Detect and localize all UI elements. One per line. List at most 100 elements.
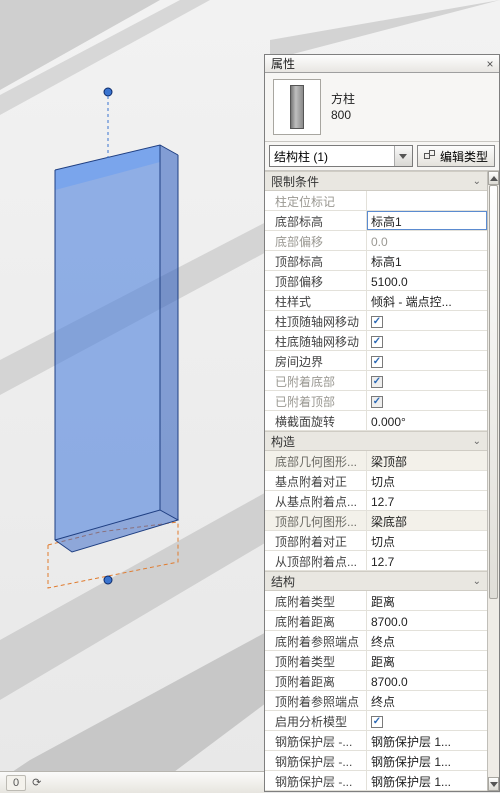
property-row[interactable]: 启用分析模型 <box>265 711 487 731</box>
group-header-constraints[interactable]: 限制条件⌄ <box>265 171 487 191</box>
property-value[interactable]: 切点 <box>367 531 487 550</box>
palette-titlebar[interactable]: 属性 × <box>265 55 499 73</box>
property-value[interactable]: 梁底部 <box>367 511 487 530</box>
instance-filter-combo[interactable]: 结构柱 (1) <box>269 145 413 167</box>
property-value[interactable]: 距离 <box>367 591 487 610</box>
status-seg[interactable]: 0 <box>6 775 26 791</box>
property-value[interactable]: 倾斜 - 端点控... <box>367 291 487 310</box>
property-row[interactable]: 底部标高标高1 <box>265 211 487 231</box>
property-row[interactable]: 顶部标高标高1 <box>265 251 487 271</box>
property-row[interactable]: 柱顶随轴网移动 <box>265 311 487 331</box>
property-value[interactable] <box>367 331 487 350</box>
property-row[interactable]: 顶部附着对正切点 <box>265 531 487 551</box>
property-row[interactable]: 钢筋保护层 -...钢筋保护层 1... <box>265 751 487 771</box>
property-row[interactable]: 柱底随轴网移动 <box>265 331 487 351</box>
scroll-down-icon[interactable] <box>488 777 499 791</box>
property-row[interactable]: 柱定位标记 <box>265 191 487 211</box>
property-row[interactable]: 横截面旋转0.000° <box>265 411 487 431</box>
property-value[interactable]: 梁顶部 <box>367 451 487 470</box>
property-name: 启用分析模型 <box>265 711 367 730</box>
property-value[interactable]: 12.7 <box>367 491 487 510</box>
property-name: 柱定位标记 <box>265 191 367 210</box>
property-row[interactable]: 从顶部附着点...12.7 <box>265 551 487 571</box>
property-row[interactable]: 底部偏移0.0 <box>265 231 487 251</box>
checkbox <box>371 396 383 408</box>
property-row[interactable]: 底附着距离8700.0 <box>265 611 487 631</box>
property-row[interactable]: 顶部几何图形...梁底部 <box>265 511 487 531</box>
property-value[interactable]: 距离 <box>367 651 487 670</box>
checkbox[interactable] <box>371 336 383 348</box>
property-name: 顶附着距离 <box>265 671 367 690</box>
scrollbar[interactable] <box>487 171 499 791</box>
group-header-structural[interactable]: 结构⌄ <box>265 571 487 591</box>
property-row[interactable]: 顶附着类型距离 <box>265 651 487 671</box>
property-name: 顶附着类型 <box>265 651 367 670</box>
property-row[interactable]: 底部几何图形...梁顶部 <box>265 451 487 471</box>
property-value[interactable]: 8700.0 <box>367 611 487 630</box>
instance-filter-label: 结构柱 (1) <box>274 148 328 165</box>
property-value[interactable]: 钢筋保护层 1... <box>367 731 487 750</box>
property-name: 从基点附着点... <box>265 491 367 510</box>
property-row[interactable]: 钢筋保护层 -...钢筋保护层 1... <box>265 771 487 791</box>
edit-type-icon <box>424 150 436 162</box>
property-name: 底部偏移 <box>265 231 367 250</box>
property-name: 钢筋保护层 -... <box>265 751 367 770</box>
property-value[interactable]: 钢筋保护层 1... <box>367 771 487 790</box>
property-value[interactable]: 标高1 <box>367 251 487 270</box>
checkbox[interactable] <box>371 716 383 728</box>
scroll-thumb[interactable] <box>489 185 498 599</box>
property-grid: 限制条件⌄柱定位标记底部标高标高1底部偏移0.0顶部标高标高1顶部偏移5100.… <box>265 171 499 791</box>
collapse-icon[interactable]: ⌄ <box>473 576 481 587</box>
property-name: 顶部几何图形... <box>265 511 367 530</box>
checkbox[interactable] <box>371 316 383 328</box>
property-name: 房间边界 <box>265 351 367 370</box>
property-name: 顶部标高 <box>265 251 367 270</box>
collapse-icon[interactable]: ⌄ <box>473 436 481 447</box>
property-name: 钢筋保护层 -... <box>265 731 367 750</box>
property-name: 钢筋保护层 -... <box>265 771 367 790</box>
property-name: 从顶部附着点... <box>265 551 367 570</box>
property-row[interactable]: 顶附着参照端点终点 <box>265 691 487 711</box>
checkbox[interactable] <box>371 356 383 368</box>
scroll-up-icon[interactable] <box>488 171 499 185</box>
property-value[interactable] <box>367 311 487 330</box>
properties-palette: 属性 × 方柱 800 结构柱 (1) 编辑类型 限制条件⌄柱定位标记底部标高标… <box>264 54 500 792</box>
property-row[interactable]: 底附着参照端点终点 <box>265 631 487 651</box>
group-header-construction[interactable]: 构造⌄ <box>265 431 487 451</box>
property-value[interactable]: 标高1 <box>367 211 487 230</box>
property-value[interactable]: 终点 <box>367 631 487 650</box>
property-name: 柱顶随轴网移动 <box>265 311 367 330</box>
property-value[interactable] <box>367 711 487 730</box>
close-icon[interactable]: × <box>481 57 499 71</box>
property-value[interactable]: 终点 <box>367 691 487 710</box>
property-row[interactable]: 从基点附着点...12.7 <box>265 491 487 511</box>
property-value[interactable] <box>367 351 487 370</box>
type-selector-card[interactable]: 方柱 800 <box>265 73 499 142</box>
property-value[interactable]: 5100.0 <box>367 271 487 290</box>
property-row[interactable]: 顶部偏移5100.0 <box>265 271 487 291</box>
collapse-icon[interactable]: ⌄ <box>473 176 481 187</box>
property-name: 基点附着对正 <box>265 471 367 490</box>
edit-type-button[interactable]: 编辑类型 <box>417 145 495 167</box>
refresh-icon[interactable]: ⟳ <box>32 776 41 789</box>
property-row[interactable]: 已附着底部 <box>265 371 487 391</box>
property-row[interactable]: 柱样式倾斜 - 端点控... <box>265 291 487 311</box>
property-value[interactable]: 钢筋保护层 1... <box>367 751 487 770</box>
chevron-down-icon[interactable] <box>394 146 412 166</box>
property-row[interactable]: 钢筋保护层 -...钢筋保护层 1... <box>265 731 487 751</box>
property-value[interactable]: 8700.0 <box>367 671 487 690</box>
property-value: 0.0 <box>367 231 487 250</box>
type-thumbnail <box>273 79 321 135</box>
property-row[interactable]: 底附着类型距离 <box>265 591 487 611</box>
property-row[interactable]: 顶附着距离8700.0 <box>265 671 487 691</box>
property-value[interactable]: 12.7 <box>367 551 487 570</box>
property-name: 底附着类型 <box>265 591 367 610</box>
property-row[interactable]: 基点附着对正切点 <box>265 471 487 491</box>
property-name: 底部几何图形... <box>265 451 367 470</box>
property-row[interactable]: 房间边界 <box>265 351 487 371</box>
property-value[interactable]: 0.000° <box>367 411 487 430</box>
property-value <box>367 371 487 390</box>
property-value <box>367 191 487 210</box>
property-value[interactable]: 切点 <box>367 471 487 490</box>
property-row[interactable]: 已附着顶部 <box>265 391 487 411</box>
